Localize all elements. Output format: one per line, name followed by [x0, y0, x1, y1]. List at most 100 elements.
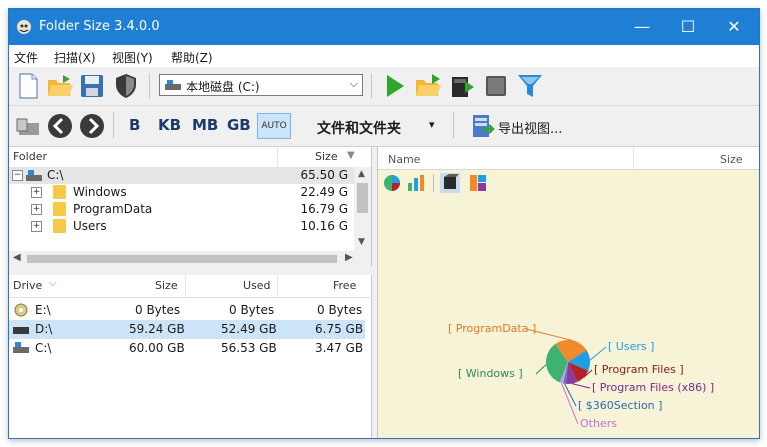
- main-toolbar: 本地磁盘 (C:) ⌵: [9, 67, 759, 106]
- play-icon[interactable]: [379, 71, 409, 101]
- system-drive-icon: [13, 342, 29, 353]
- pie-label-others: Others: [580, 417, 617, 430]
- app-window: Folder Size 3.4.0.0 — ☐ ✕ 文件 扫描(X) 视图(Y)…: [8, 8, 760, 439]
- menu-help[interactable]: 帮助(Z): [171, 49, 213, 66]
- drive-used: 52.49 GB: [221, 322, 277, 336]
- tree-row[interactable]: + ProgramData 16.79 G: [9, 201, 354, 218]
- export-icon[interactable]: [467, 111, 497, 141]
- stop-icon[interactable]: [481, 71, 511, 101]
- expand-icon[interactable]: +: [31, 187, 42, 198]
- unit-auto-button[interactable]: AUTO: [257, 113, 291, 139]
- chart-panel: Name Size [Windows] [ProgramData] […: [377, 147, 759, 438]
- export-view-button[interactable]: 导出视图...: [498, 118, 562, 137]
- tree-row[interactable]: − C:\ 65.50 G: [9, 167, 354, 184]
- menu-scan[interactable]: 扫描(X): [54, 49, 96, 66]
- folder-icon: [53, 219, 66, 233]
- open-folder-icon[interactable]: [45, 71, 75, 101]
- column-divider: [277, 147, 278, 167]
- tree-row-size: 16.79 G: [300, 202, 348, 216]
- folder-icon: [53, 185, 66, 199]
- drive-select[interactable]: 本地磁盘 (C:) ⌵: [159, 74, 363, 96]
- toolbar-separator: [453, 112, 454, 138]
- expand-icon[interactable]: +: [31, 221, 42, 232]
- scrollbar-thumb[interactable]: [357, 183, 368, 213]
- drive-size: 59.24 GB: [129, 322, 185, 336]
- folder-tree-panel: Folder Size ▼ − C:\ 65.50 G + Windows 22…: [9, 147, 372, 267]
- drive-root-icon[interactable]: [13, 111, 43, 141]
- unit-kb-button[interactable]: KB: [158, 116, 181, 134]
- scrollbar-thumb[interactable]: [27, 255, 337, 263]
- pie-label-users: [ Users ]: [608, 340, 655, 353]
- scroll-down-icon[interactable]: ▼: [358, 237, 365, 247]
- new-icon[interactable]: [13, 71, 43, 101]
- toolbar-separator: [149, 73, 150, 99]
- unit-bytes-button[interactable]: B: [129, 116, 140, 134]
- pie-label-program-files-x86: [ Program Files (x86) ]: [592, 381, 715, 394]
- tree-row-size: 65.50 G: [300, 168, 348, 182]
- scroll-right-icon[interactable]: ▶: [345, 252, 353, 263]
- filter-icon[interactable]: [515, 71, 545, 101]
- minimize-button[interactable]: —: [619, 9, 665, 45]
- drive-icon: [165, 80, 181, 90]
- window-title: Folder Size 3.4.0.0: [39, 19, 160, 34]
- menu-bar: 文件 扫描(X) 视图(Y) 帮助(Z): [9, 45, 759, 67]
- view-toolbar: B KB MB GB AUTO 文件和文件夹 ▾ 导出视图...: [9, 106, 759, 147]
- pie-label-program-files: [ Program Files ]: [594, 363, 684, 376]
- scan-folder-icon[interactable]: [413, 71, 443, 101]
- maximize-button[interactable]: ☐: [665, 9, 711, 45]
- tree-row-name: Windows: [73, 185, 127, 199]
- column-header-used[interactable]: Used: [243, 279, 271, 299]
- drive-row-selected[interactable]: D:\ 59.24 GB 52.49 GB 6.75 GB: [9, 320, 365, 339]
- folder-icon: [53, 202, 66, 216]
- unit-gb-button[interactable]: GB: [227, 116, 251, 134]
- column-header-size[interactable]: Size: [155, 279, 178, 299]
- drive-row[interactable]: C:\ 60.00 GB 56.53 GB 3.47 GB: [9, 339, 365, 358]
- menu-view[interactable]: 视图(Y): [112, 49, 153, 66]
- app-logo-icon: [17, 20, 31, 34]
- scan-drive-icon[interactable]: [447, 71, 477, 101]
- vertical-scrollbar[interactable]: ▲ ▼: [354, 167, 371, 251]
- expand-icon[interactable]: +: [31, 204, 42, 215]
- tree-row[interactable]: + Windows 22.49 G: [9, 184, 354, 201]
- drives-header: Drive ⌵ Size Used Free: [9, 275, 371, 298]
- view-mode-dropdown-icon[interactable]: ▾: [429, 118, 435, 131]
- chevron-down-icon[interactable]: ⌵: [49, 278, 57, 289]
- drive-name: E:\: [35, 303, 51, 317]
- scroll-left-icon[interactable]: ◀: [13, 252, 21, 263]
- column-divider: [277, 275, 278, 297]
- drives-panel: Drive ⌵ Size Used Free E:\ 0 Bytes 0 Byt…: [9, 275, 372, 438]
- collapse-icon[interactable]: −: [12, 170, 23, 181]
- chevron-down-icon[interactable]: ⌵: [350, 77, 358, 91]
- pie-leader-line: [535, 364, 547, 375]
- back-icon[interactable]: [45, 111, 75, 141]
- forward-icon[interactable]: [77, 111, 107, 141]
- horizontal-scrollbar[interactable]: ◀ ▶: [9, 251, 371, 267]
- folder-tree-header: Folder Size ▼: [9, 147, 371, 168]
- drive-free: 0 Bytes: [317, 303, 363, 317]
- view-mode-select[interactable]: 文件和文件夹: [317, 118, 401, 138]
- save-icon[interactable]: [77, 71, 107, 101]
- cd-drive-icon: [14, 303, 28, 317]
- drive-used: 0 Bytes: [229, 303, 275, 317]
- pie-chart: [525, 328, 607, 425]
- pane-splitter[interactable]: [9, 267, 371, 275]
- column-header-drive[interactable]: Drive: [13, 279, 42, 299]
- sort-desc-icon[interactable]: ▼: [347, 150, 355, 161]
- pie-label-programdata: [ ProgramData ]: [448, 322, 537, 335]
- tree-row-name: C:\: [47, 168, 64, 182]
- scroll-up-icon[interactable]: ▲: [358, 169, 365, 179]
- toolbar-separator: [371, 73, 372, 99]
- menu-file[interactable]: 文件: [14, 49, 38, 66]
- pie-leader-line: [560, 382, 579, 425]
- drive-free: 3.47 GB: [315, 341, 364, 355]
- column-divider: [185, 275, 186, 297]
- title-bar[interactable]: Folder Size 3.4.0.0 — ☐ ✕: [9, 9, 759, 45]
- column-header-free[interactable]: Free: [333, 279, 356, 299]
- drive-free: 6.75 GB: [315, 322, 364, 336]
- shield-icon[interactable]: [111, 71, 141, 101]
- drive-used: 56.53 GB: [221, 341, 277, 355]
- unit-mb-button[interactable]: MB: [192, 116, 218, 134]
- close-button[interactable]: ✕: [711, 9, 757, 45]
- tree-row[interactable]: + Users 10.16 G: [9, 218, 354, 235]
- drive-row[interactable]: E:\ 0 Bytes 0 Bytes 0 Bytes: [9, 301, 365, 320]
